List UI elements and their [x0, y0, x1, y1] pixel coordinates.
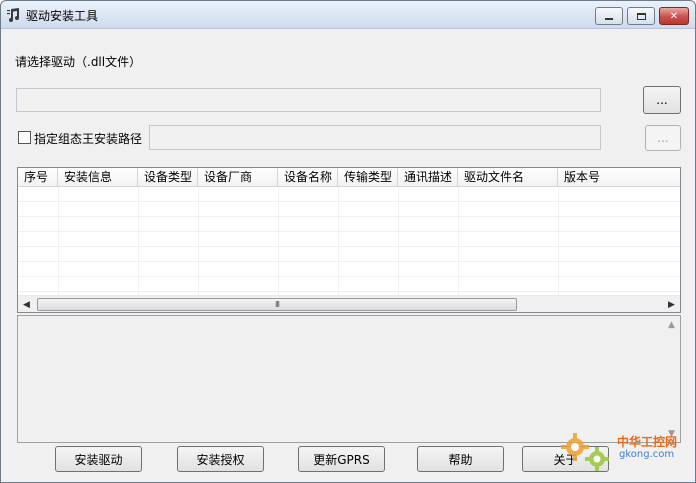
title-bar[interactable]: 驱动安装工具 ✕ — [1, 1, 695, 29]
install-path-checkbox-label[interactable]: 指定组态王安装路径 — [34, 130, 142, 147]
grid-line — [18, 276, 680, 277]
grid-line — [18, 246, 680, 247]
grid-line — [558, 187, 559, 295]
column-header[interactable]: 安装信息 — [58, 168, 138, 187]
driver-select-label: 请选择驱动（.dll文件） — [15, 55, 142, 69]
grid-line — [58, 187, 59, 295]
grid-line — [338, 187, 339, 295]
column-header[interactable]: 设备类型 — [138, 168, 198, 187]
gear-logo-icon — [561, 433, 609, 471]
driver-browse-button[interactable]: ... — [643, 86, 681, 114]
close-icon: ✕ — [669, 10, 679, 22]
close-button[interactable]: ✕ — [659, 7, 689, 25]
column-header[interactable]: 版本号 — [558, 168, 680, 187]
minimize-button[interactable] — [595, 7, 623, 25]
column-header[interactable]: 驱动文件名 — [458, 168, 558, 187]
grid-line — [278, 187, 279, 295]
grid-line — [18, 216, 680, 217]
table-body — [18, 187, 680, 295]
scroll-up-button[interactable]: ▲ — [663, 316, 680, 333]
grid-line — [18, 291, 680, 292]
column-header[interactable]: 传输类型 — [338, 168, 398, 187]
maximize-button[interactable] — [627, 7, 655, 25]
driver-list-table[interactable]: 序号 安装信息 设备类型 设备厂商 设备名称 传输类型 通讯描述 驱动文件名 版… — [17, 167, 681, 313]
grid-line — [18, 201, 680, 202]
grid-line — [138, 187, 139, 295]
scroll-left-button[interactable]: ◀ — [18, 296, 35, 312]
update-gprs-button[interactable]: 更新GPRS — [298, 446, 385, 472]
grid-line — [18, 231, 680, 232]
install-path-checkbox[interactable] — [18, 131, 31, 144]
install-license-button[interactable]: 安装授权 — [177, 446, 264, 472]
install-driver-button[interactable]: 安装驱动 — [55, 446, 142, 472]
arrow-left-icon: ◀ — [23, 299, 30, 310]
grid-line — [18, 261, 680, 262]
column-header[interactable]: 通讯描述 — [398, 168, 458, 187]
column-header[interactable]: 序号 — [18, 168, 58, 187]
help-button[interactable]: 帮助 — [417, 446, 504, 472]
main-window: 驱动安装工具 ✕ 请选择驱动（.dll文件） ... 指定组态王安装路径 ...… — [0, 0, 696, 483]
install-path-browse-button[interactable]: ... — [645, 125, 681, 151]
grid-line — [458, 187, 459, 295]
window-title: 驱动安装工具 — [26, 9, 99, 23]
scrollbar-thumb[interactable]: III — [37, 298, 517, 311]
watermark-domain: gkong.com — [619, 449, 675, 460]
log-vertical-scrollbar[interactable]: ▲ ▼ — [663, 316, 680, 442]
grid-line — [398, 187, 399, 295]
music-note-app-icon — [7, 8, 19, 22]
arrow-right-icon: ▶ — [668, 299, 675, 310]
column-header[interactable]: 设备厂商 — [198, 168, 278, 187]
maximize-icon — [636, 12, 646, 20]
arrow-up-icon: ▲ — [668, 319, 675, 330]
minimize-icon — [605, 18, 613, 20]
site-watermark: 中华工控网 gkong.com — [559, 429, 689, 477]
column-header[interactable]: 设备名称 — [278, 168, 338, 187]
grid-line — [198, 187, 199, 295]
table-horizontal-scrollbar[interactable]: ◀ III ▶ — [18, 295, 680, 312]
driver-path-input[interactable] — [16, 88, 601, 112]
watermark-brand: 中华工控网 — [617, 435, 678, 449]
table-header: 序号 安装信息 设备类型 设备厂商 设备名称 传输类型 通讯描述 驱动文件名 版… — [18, 168, 680, 187]
install-path-input[interactable] — [149, 125, 601, 150]
log-output-area[interactable]: ▲ ▼ — [17, 315, 681, 443]
scroll-right-button[interactable]: ▶ — [663, 296, 680, 312]
